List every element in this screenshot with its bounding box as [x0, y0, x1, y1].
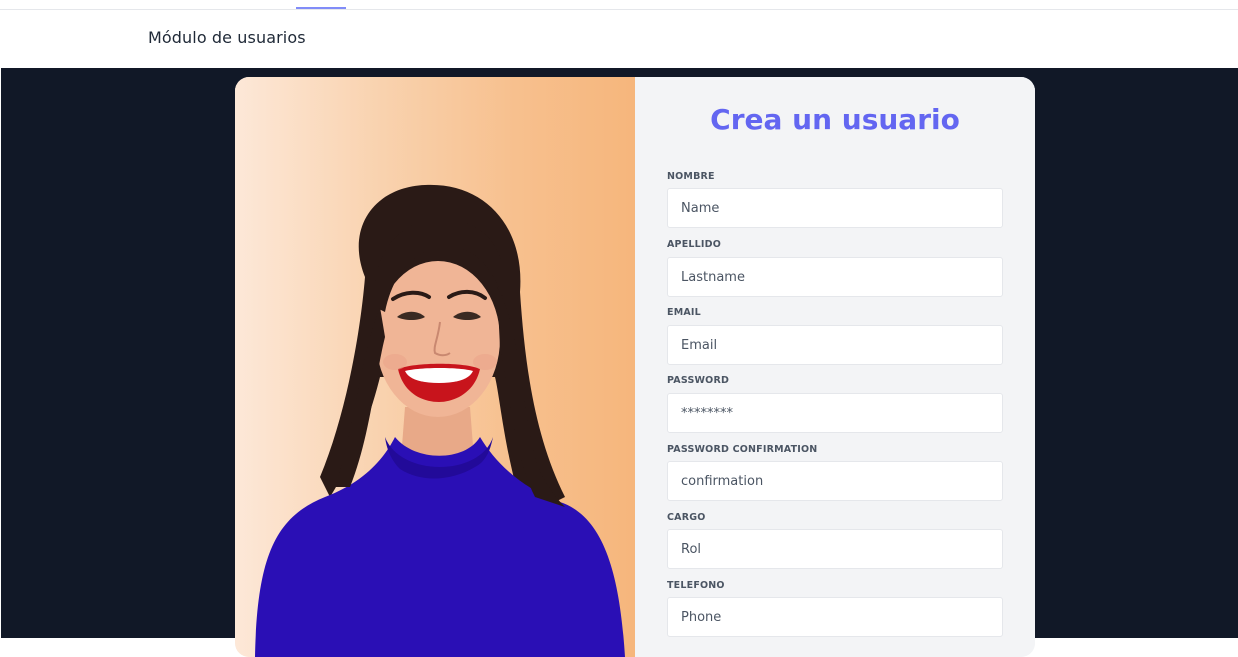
page-title: Módulo de usuarios [148, 28, 306, 47]
lastname-label: APELLIDO [667, 239, 722, 250]
password-input[interactable] [667, 393, 1003, 433]
lastname-input[interactable] [667, 257, 1003, 297]
user-photo-image [235, 77, 635, 657]
email-label: EMAIL [667, 307, 701, 318]
password-confirmation-label: PASSWORD CONFIRMATION [667, 444, 818, 455]
create-user-form: Crea un usuario NOMBRE APELLIDO EMAIL PA… [635, 77, 1035, 657]
phone-label: TELEFONO [667, 580, 725, 591]
role-label: CARGO [667, 512, 706, 523]
email-input[interactable] [667, 325, 1003, 365]
role-input[interactable] [667, 529, 1003, 569]
password-label: PASSWORD [667, 375, 730, 386]
name-input[interactable] [667, 188, 1003, 228]
name-label: NOMBRE [667, 171, 715, 182]
create-user-card: Crea un usuario NOMBRE APELLIDO EMAIL PA… [235, 77, 1035, 657]
phone-input[interactable] [667, 597, 1003, 637]
password-confirmation-input[interactable] [667, 461, 1003, 501]
form-title: Crea un usuario [710, 103, 960, 136]
page-header: Módulo de usuarios [0, 10, 1238, 68]
top-navigation-bar [0, 0, 1238, 10]
active-nav-indicator [296, 7, 346, 9]
smiling-woman-illustration [255, 184, 625, 657]
